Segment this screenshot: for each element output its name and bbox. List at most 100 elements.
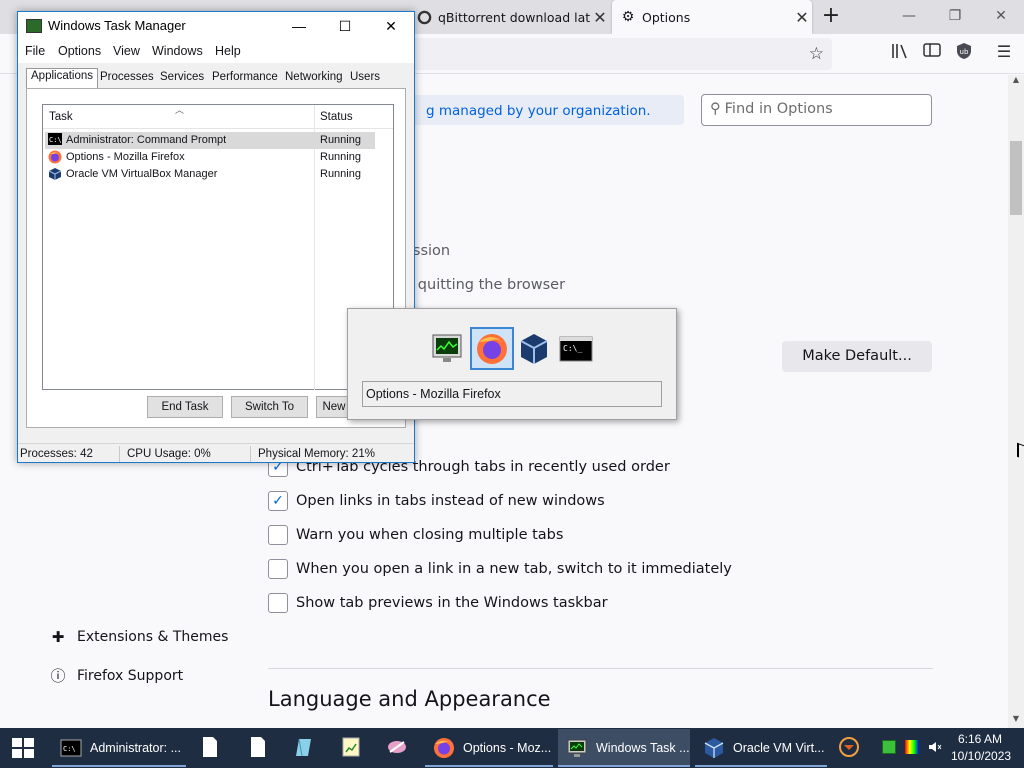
checkbox-label: Open links in tabs instead of new window… bbox=[296, 493, 605, 509]
find-in-options-input[interactable]: ⚲ Find in Options bbox=[701, 94, 932, 126]
virtualbox-icon[interactable] bbox=[516, 331, 552, 367]
window-title: Windows Task Manager bbox=[48, 18, 186, 33]
table-row[interactable]: Oracle VM VirtualBox Manager Running bbox=[45, 166, 375, 183]
cmd-icon: C:\ bbox=[48, 133, 62, 147]
task-manager-titlebar[interactable]: Windows Task Manager — ☐ ✕ bbox=[18, 12, 414, 41]
sidebar-link-extensions[interactable]: ✚ Extensions & Themes bbox=[48, 628, 229, 646]
maximize-button[interactable]: ☐ bbox=[322, 12, 368, 41]
tab-services[interactable]: Services bbox=[156, 70, 208, 88]
firefox-icon[interactable] bbox=[474, 331, 510, 367]
minimize-button[interactable]: — bbox=[276, 12, 322, 41]
taskbar-app-virtualbox[interactable]: Oracle VM Virt... bbox=[695, 729, 827, 767]
checkbox-unchecked[interactable] bbox=[268, 559, 288, 579]
tab-networking[interactable]: Networking bbox=[281, 70, 347, 88]
snipping-tool-icon[interactable] bbox=[386, 736, 408, 758]
app-window-icon[interactable] bbox=[838, 736, 860, 758]
table-row[interactable]: C:\ Administrator: Command Prompt Runnin… bbox=[45, 132, 375, 149]
checkbox-tab-previews[interactable]: Show tab previews in the Windows taskbar bbox=[268, 592, 608, 614]
url-bar[interactable]: ☆ bbox=[400, 38, 832, 70]
new-tab-button[interactable]: + bbox=[818, 4, 844, 30]
scroll-down-icon[interactable]: ▼ bbox=[1008, 714, 1024, 728]
clock-time[interactable]: 6:16 AM bbox=[958, 732, 1002, 746]
firefox-icon bbox=[48, 150, 62, 164]
restore-button[interactable]: ❐ bbox=[932, 0, 978, 32]
close-window-button[interactable]: ✕ bbox=[978, 0, 1024, 32]
close-icon[interactable]: ✕ bbox=[792, 8, 812, 27]
taskmgr-icon bbox=[567, 739, 587, 757]
firefox-icon bbox=[434, 738, 454, 758]
tab-processes[interactable]: Processes bbox=[96, 70, 158, 88]
paint-icon[interactable] bbox=[294, 736, 316, 758]
puzzle-icon: ✚ bbox=[51, 628, 65, 646]
svg-text:C:\: C:\ bbox=[63, 745, 76, 753]
file-icon[interactable] bbox=[247, 736, 269, 758]
clock-date[interactable]: 10/10/2023 bbox=[951, 749, 1011, 763]
menu-help[interactable]: Help bbox=[215, 44, 241, 58]
sidebar-link-label: Firefox Support bbox=[77, 667, 184, 684]
end-task-button[interactable]: End Task bbox=[147, 396, 223, 418]
checkbox-switch-to-new-tab[interactable]: When you open a link in a new tab, switc… bbox=[268, 558, 732, 580]
tray-status-icon[interactable] bbox=[882, 740, 896, 754]
checkbox-checked[interactable]: ✓ bbox=[268, 491, 288, 511]
search-icon: ⚲ bbox=[710, 101, 721, 117]
policy-banner[interactable]: g managed by your organization. bbox=[390, 95, 684, 125]
cmd-icon[interactable]: C:\_ bbox=[558, 331, 594, 367]
windows-start-icon[interactable] bbox=[12, 738, 34, 758]
taskbar-app-cmd[interactable]: C:\ Administrator: ... bbox=[52, 729, 186, 767]
tab-label: Options bbox=[642, 9, 691, 25]
tab-applications[interactable]: Applications bbox=[26, 68, 99, 88]
sidebar-link-support[interactable]: ⓘ Firefox Support bbox=[48, 665, 183, 686]
list-header: ︿ Task Status bbox=[43, 105, 393, 129]
taskbar-app-firefox[interactable]: Options - Moz... bbox=[425, 729, 553, 767]
tab-options[interactable]: ⚙ Options ✕ bbox=[612, 0, 812, 34]
column-header-status[interactable]: Status bbox=[320, 111, 353, 123]
svg-text:C:\_: C:\_ bbox=[563, 344, 582, 353]
checkbox-warn-closing-tabs[interactable]: Warn you when closing multiple tabs bbox=[268, 524, 563, 546]
menu-view[interactable]: View bbox=[113, 44, 140, 58]
checkbox-open-links-in-tabs[interactable]: ✓ Open links in tabs instead of new wind… bbox=[268, 490, 605, 512]
checkbox-label: When you open a link in a new tab, switc… bbox=[296, 561, 732, 577]
scrollbar-thumb[interactable] bbox=[1010, 141, 1022, 215]
notepad-chart-icon[interactable] bbox=[340, 736, 362, 758]
qbittorrent-icon bbox=[416, 9, 432, 25]
file-icon[interactable] bbox=[199, 736, 221, 758]
bookmark-star-icon[interactable]: ☆ bbox=[809, 44, 824, 64]
library-icon[interactable] bbox=[889, 42, 911, 64]
close-icon[interactable]: ✕ bbox=[590, 8, 610, 27]
menu-file[interactable]: File bbox=[25, 44, 45, 58]
sidebar-icon[interactable] bbox=[921, 42, 943, 64]
taskbar-app-task-manager[interactable]: Windows Task ... bbox=[558, 729, 690, 767]
status-cpu: CPU Usage: 0% bbox=[127, 448, 211, 460]
ublock-origin-icon[interactable]: ub bbox=[953, 42, 975, 64]
taskmgr-icon[interactable] bbox=[430, 331, 466, 367]
table-row[interactable]: Options - Mozilla Firefox Running bbox=[45, 149, 375, 166]
menu-options[interactable]: Options bbox=[58, 44, 101, 58]
sort-ascending-icon: ︿ bbox=[175, 105, 185, 115]
tab-users[interactable]: Users bbox=[346, 70, 384, 88]
task-status: Running bbox=[320, 134, 361, 146]
checkbox-label: Show tab previews in the Windows taskbar bbox=[296, 595, 608, 611]
tab-qbittorrent[interactable]: qBittorrent download lates ✕ bbox=[408, 0, 610, 34]
section-heading: Language and Appearance bbox=[268, 687, 551, 711]
scroll-up-icon[interactable]: ▲ bbox=[1008, 75, 1024, 89]
task-list[interactable]: ︿ Task Status C:\ Administrator: Command… bbox=[42, 104, 394, 390]
switch-to-button[interactable]: Switch To bbox=[231, 396, 308, 418]
quit-warning-text: n quitting the browser bbox=[404, 277, 566, 293]
column-header-task[interactable]: Task bbox=[49, 111, 73, 123]
section-divider bbox=[268, 668, 933, 669]
menu-icon[interactable]: ☰ bbox=[993, 42, 1015, 64]
minimize-button[interactable]: — bbox=[886, 0, 932, 32]
svg-text:C:\: C:\ bbox=[49, 136, 62, 144]
tray-color-icon[interactable] bbox=[905, 740, 919, 754]
checkbox-unchecked[interactable] bbox=[268, 593, 288, 613]
tab-performance[interactable]: Performance bbox=[208, 70, 282, 88]
menu-windows[interactable]: Windows bbox=[152, 44, 203, 58]
status-separator bbox=[119, 446, 120, 462]
taskbar: C:\ Administrator: ... Options - Moz... … bbox=[0, 728, 1024, 768]
make-default-button[interactable]: Make Default... bbox=[782, 341, 932, 372]
volume-muted-icon[interactable] bbox=[928, 740, 942, 754]
close-button[interactable]: ✕ bbox=[368, 12, 414, 41]
checkbox-unchecked[interactable] bbox=[268, 525, 288, 545]
taskbar-app-label: Administrator: ... bbox=[90, 741, 181, 755]
page-scrollbar[interactable]: ▲ ▼ bbox=[1008, 75, 1024, 728]
